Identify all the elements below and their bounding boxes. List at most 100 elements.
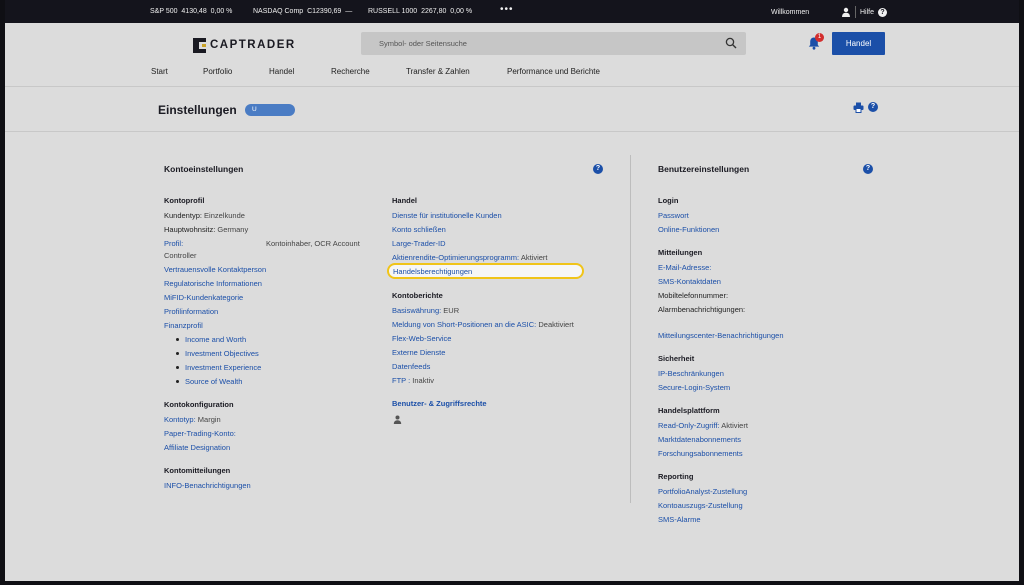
- aktienrendite-row: Aktienrendite-Optimierungsprogramm: Akti…: [392, 253, 548, 262]
- link-datenfeeds[interactable]: Datenfeeds: [392, 362, 430, 371]
- link-finanzprofil[interactable]: Finanzprofil: [164, 321, 203, 330]
- link-regulatorisch[interactable]: Regulatorische Informationen: [164, 279, 262, 288]
- link-benutzer-zugriffsrechte[interactable]: Benutzer- & Zugriffsrechte: [392, 399, 487, 408]
- link-ip-beschraenkungen[interactable]: IP-Beschränkungen: [658, 369, 724, 378]
- nav-portfolio[interactable]: Portfolio: [203, 67, 232, 76]
- ticker-value: 4130,48: [181, 8, 207, 15]
- bullet: [176, 352, 179, 355]
- link-investment-objectives[interactable]: Investment Objectives: [185, 349, 259, 358]
- link-externe-dienste[interactable]: Externe Dienste: [392, 348, 445, 357]
- mobilnummer-label: Mobiltelefonnummer:: [658, 291, 729, 300]
- group-mitteilungen: Mitteilungen: [658, 248, 703, 257]
- group-reporting: Reporting: [658, 472, 694, 481]
- main-header: CAPTRADER Symbol- oder Seitensuche 1 Han…: [5, 23, 1019, 87]
- ticker-label: S&P 500: [150, 8, 178, 15]
- short-positionen-row: Meldung von Short-Positionen an die ASIC…: [392, 320, 574, 329]
- ftp-row: FTP : Inaktiv: [392, 376, 434, 385]
- account-selector[interactable]: U: [245, 104, 295, 116]
- konto-help-icon[interactable]: ?: [593, 164, 603, 174]
- market-ticker-bar: S&P 500 4130,48 0,00 % NASDAQ Comp C1239…: [5, 0, 1019, 23]
- print-icon[interactable]: [853, 102, 864, 113]
- link-profilinformation[interactable]: Profilinformation: [164, 307, 218, 316]
- section-title-benutzer: Benutzereinstellungen: [658, 164, 750, 174]
- more-tickers-button[interactable]: •••: [500, 4, 514, 15]
- link-institutionelle[interactable]: Dienste für institutionelle Kunden: [392, 211, 502, 220]
- group-kontoprofil: Kontoprofil: [164, 196, 205, 205]
- link-online-funktionen[interactable]: Online-Funktionen: [658, 225, 719, 234]
- ticker-nasdaq[interactable]: NASDAQ Comp C12390,69 —: [253, 8, 352, 15]
- group-login: Login: [658, 196, 679, 205]
- group-handel: Handel: [392, 196, 418, 205]
- link-sms-alarme[interactable]: SMS-Alarme: [658, 515, 701, 524]
- link-source-wealth[interactable]: Source of Wealth: [185, 377, 242, 386]
- captrader-logo[interactable]: CAPTRADER: [193, 37, 296, 53]
- logo-mark-icon: [193, 37, 206, 53]
- search-input[interactable]: Symbol- oder Seitensuche: [361, 32, 746, 55]
- link-income-worth[interactable]: Income and Worth: [185, 335, 246, 344]
- nav-transfer[interactable]: Transfer & Zahlen: [406, 67, 470, 76]
- ticker-value: 2267,80: [421, 8, 447, 15]
- ticker-sp500[interactable]: S&P 500 4130,48 0,00 %: [150, 8, 232, 15]
- ticker-change: 0,00 %: [450, 8, 473, 15]
- group-kontokonfiguration: Kontokonfiguration: [164, 400, 234, 409]
- ticker-change: —: [345, 8, 353, 15]
- page-title: Einstellungen: [158, 103, 237, 117]
- link-handelsberechtigungen[interactable]: Handelsberechtigungen: [393, 267, 472, 276]
- link-large-trader[interactable]: Large-Trader-ID: [392, 239, 446, 248]
- link-paper-trading[interactable]: Paper-Trading-Konto:: [164, 429, 236, 438]
- welcome-text: Willkommen: [771, 9, 810, 16]
- group-sicherheit: Sicherheit: [658, 354, 695, 363]
- nav-performance[interactable]: Performance und Berichte: [507, 67, 600, 76]
- person-icon[interactable]: [393, 415, 402, 424]
- basiswaehrung-row: Basiswährung: EUR: [392, 306, 460, 315]
- alarm-label: Alarmbenachrichtigungen:: [658, 305, 746, 314]
- link-konto-schliessen[interactable]: Konto schließen: [392, 225, 446, 234]
- group-handelsplattform: Handelsplattform: [658, 406, 720, 415]
- kundentyp-row: Kundentyp: Einzelkunde: [164, 211, 245, 220]
- link-secure-login[interactable]: Secure-Login-System: [658, 383, 730, 392]
- link-marktdaten[interactable]: Marktdatenabonnements: [658, 435, 741, 444]
- link-investment-experience[interactable]: Investment Experience: [185, 363, 261, 372]
- profil-value: Kontoinhaber, OCR Account: [266, 239, 360, 248]
- page-header: Einstellungen U ?: [5, 88, 1019, 132]
- link-affiliate[interactable]: Affiliate Designation: [164, 443, 230, 452]
- logo-text: CAPTRADER: [210, 39, 296, 51]
- profil-link[interactable]: Profil:: [164, 239, 183, 248]
- readonly-row: Read-Only-Zugriff: Aktiviert: [658, 421, 748, 430]
- user-icon[interactable]: [841, 7, 851, 17]
- ticker-russell[interactable]: RUSSELL 1000 2267,80 0,00 %: [368, 8, 472, 15]
- help-link[interactable]: Hilfe: [860, 9, 874, 16]
- link-forschung[interactable]: Forschungsabonnements: [658, 449, 743, 458]
- benutzer-help-icon[interactable]: ?: [863, 164, 873, 174]
- link-kontaktperson[interactable]: Vertrauensvolle Kontaktperson: [164, 265, 266, 274]
- app-window: S&P 500 4130,48 0,00 % NASDAQ Comp C1239…: [5, 0, 1019, 581]
- group-kontoberichte: Kontoberichte: [392, 291, 443, 300]
- link-sms-kontakt[interactable]: SMS-Kontaktdaten: [658, 277, 721, 286]
- link-portfolioanalyst[interactable]: PortfolioAnalyst-Zustellung: [658, 487, 747, 496]
- page-help-icon[interactable]: ?: [868, 102, 878, 112]
- search-placeholder: Symbol- oder Seitensuche: [379, 39, 467, 48]
- kontotyp-row: Kontotyp: Margin: [164, 415, 221, 424]
- ticker-label: RUSSELL 1000: [368, 8, 418, 15]
- wohnsitz-row: Hauptwohnsitz: Germany: [164, 225, 249, 234]
- section-title-konto: Kontoeinstellungen: [164, 164, 244, 174]
- ticker-label: NASDAQ Comp: [253, 8, 304, 15]
- column-divider: [630, 155, 631, 503]
- link-mifid[interactable]: MiFID-Kundenkategorie: [164, 293, 243, 302]
- nav-start[interactable]: Start: [151, 67, 168, 76]
- link-email[interactable]: E-Mail-Adresse:: [658, 263, 711, 272]
- search-icon[interactable]: [725, 37, 737, 49]
- link-mitteilungscenter[interactable]: Mitteilungscenter-Benachrichtigungen: [658, 331, 784, 340]
- trade-button[interactable]: Handel: [832, 32, 885, 55]
- link-info-notifications[interactable]: INFO-Benachrichtigungen: [164, 481, 251, 490]
- link-flex-web[interactable]: Flex-Web-Service: [392, 334, 451, 343]
- link-kontoauszug[interactable]: Kontoauszugs-Zustellung: [658, 501, 743, 510]
- help-icon[interactable]: ?: [878, 8, 887, 17]
- notification-badge: 1: [815, 33, 824, 42]
- nav-recherche[interactable]: Recherche: [331, 67, 370, 76]
- bullet: [176, 380, 179, 383]
- nav-handel[interactable]: Handel: [269, 67, 294, 76]
- bullet: [176, 338, 179, 341]
- bullet: [176, 366, 179, 369]
- link-passwort[interactable]: Passwort: [658, 211, 689, 220]
